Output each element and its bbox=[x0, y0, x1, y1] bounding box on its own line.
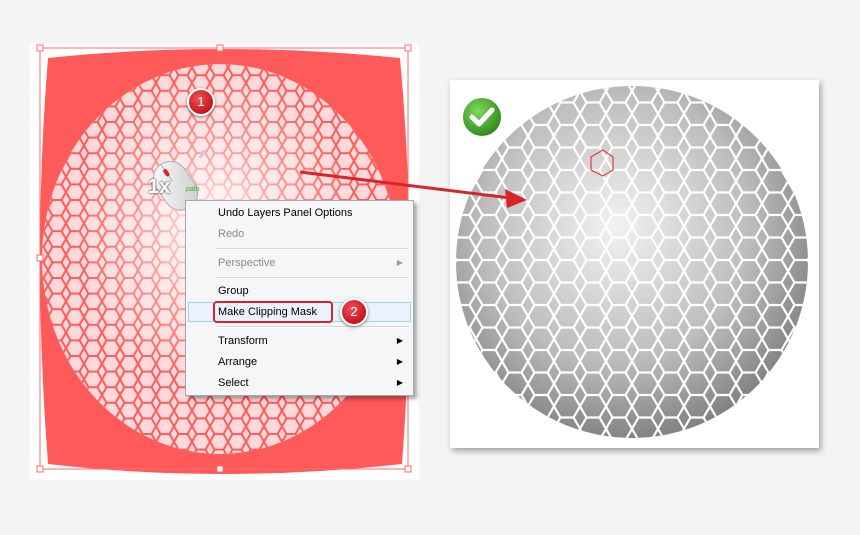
click-count-label: 1x bbox=[148, 176, 171, 198]
chevron-right-icon: ▶ bbox=[396, 258, 403, 267]
menu-separator bbox=[216, 248, 409, 250]
step-2-badge: 2 bbox=[340, 298, 368, 326]
menu-item-group[interactable]: Group bbox=[188, 281, 411, 301]
highlight-frame bbox=[213, 301, 333, 323]
step-1-badge: 1 bbox=[187, 88, 215, 116]
menu-item-label: Group bbox=[218, 285, 249, 297]
menu-separator bbox=[216, 277, 409, 279]
menu-item-perspective[interactable]: Perspective ▶ bbox=[188, 253, 411, 273]
context-menu[interactable]: Undo Layers Panel Options Redo Perspecti… bbox=[185, 200, 414, 396]
result-preview-panel bbox=[450, 80, 819, 448]
check-circle-icon bbox=[460, 95, 504, 139]
chevron-right-icon: ▶ bbox=[396, 357, 403, 366]
menu-item-undo[interactable]: Undo Layers Panel Options bbox=[188, 203, 411, 223]
menu-item-label: Arrange bbox=[218, 356, 258, 368]
menu-item-label: Perspective bbox=[218, 257, 276, 269]
menu-item-redo[interactable]: Redo bbox=[188, 224, 411, 244]
menu-item-label: Redo bbox=[218, 228, 245, 240]
path-hint-label: path bbox=[186, 186, 200, 193]
menu-item-label: Transform bbox=[218, 335, 268, 347]
menu-item-label: Select bbox=[218, 377, 249, 389]
chevron-right-icon: ▶ bbox=[396, 378, 403, 387]
menu-item-transform[interactable]: Transform ▶ bbox=[188, 331, 411, 351]
menu-item-label: Undo Layers Panel Options bbox=[218, 207, 353, 219]
chevron-right-icon: ▶ bbox=[396, 336, 403, 345]
menu-item-select[interactable]: Select ▶ bbox=[188, 373, 411, 393]
result-sphere-artwork bbox=[456, 86, 808, 438]
menu-separator bbox=[216, 326, 409, 328]
menu-item-arrange[interactable]: Arrange ▶ bbox=[188, 352, 411, 372]
